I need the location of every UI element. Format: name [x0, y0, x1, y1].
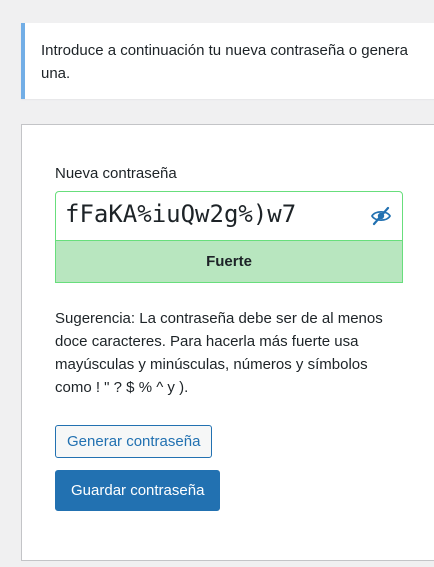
password-field[interactable]: fFaKA%iuQw2g%)w7 — [55, 191, 403, 241]
eye-slash-icon[interactable] — [370, 206, 392, 226]
generate-password-button[interactable]: Generar contraseña — [55, 425, 213, 458]
password-label: Nueva contraseña — [55, 165, 177, 182]
save-password-button[interactable]: Guardar contraseña — [55, 470, 221, 511]
info-notice: Introduce a continuación tu nueva contra… — [21, 23, 434, 99]
password-strength-meter: Fuerte — [55, 241, 403, 283]
reset-password-form: Nueva contraseña fFaKA%iuQw2g%)w7 Fuerte… — [21, 124, 434, 561]
notice-text: Introduce a continuación tu nueva contra… — [41, 42, 408, 82]
password-hint: Sugerencia: La contraseña debe ser de al… — [55, 310, 383, 396]
password-input[interactable]: fFaKA%iuQw2g%)w7 — [65, 200, 365, 228]
